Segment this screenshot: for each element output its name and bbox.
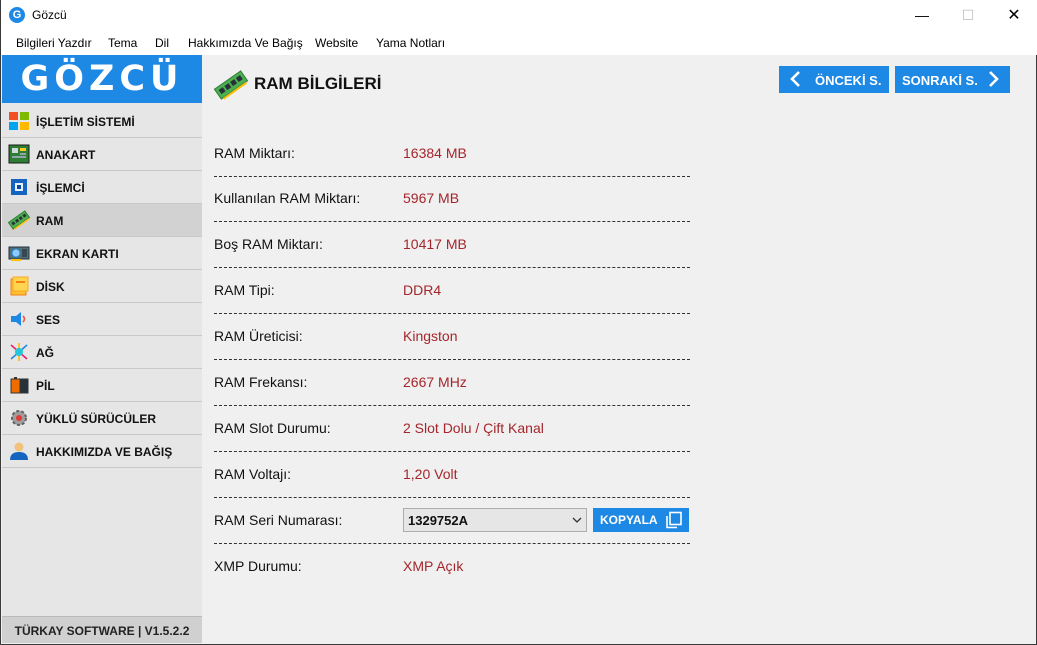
sidebar-item-about[interactable]: HAKKIMIZDA VE BAĞIŞ — [2, 435, 202, 468]
sidebar-item-label: HAKKIMIZDA VE BAĞIŞ — [36, 445, 173, 459]
sidebar-item-ram[interactable]: RAM — [2, 204, 202, 237]
ram-icon — [213, 70, 249, 100]
window-title: Gözcü — [32, 8, 67, 22]
sidebar-item-os[interactable]: İŞLETİM SİSTEMİ — [2, 105, 202, 138]
sidebar-item-label: YÜKLÜ SÜRÜCÜLER — [36, 412, 156, 426]
network-icon — [10, 343, 28, 361]
sidebar-item-battery[interactable]: PİL — [2, 369, 202, 402]
serial-number-dropdown[interactable]: 1329752A — [403, 508, 587, 532]
row-separator — [214, 176, 690, 177]
row-separator — [214, 451, 690, 452]
version-text: TÜRKAY SOFTWARE | V1.5.2.2 — [14, 624, 190, 638]
menu-patch-notes[interactable]: Yama Notları — [376, 36, 445, 50]
info-key: Boş RAM Miktarı: — [214, 236, 323, 252]
menu-language[interactable]: Dil — [155, 36, 169, 50]
row-separator — [214, 543, 690, 544]
serial-number-value: 1329752A — [408, 513, 468, 528]
sidebar-item-disk[interactable]: DİSK — [2, 270, 202, 303]
brand-logo-text: GÖZCÜ — [20, 59, 184, 99]
app-window: G Gözcü — ☐ ✕ Bilgileri Yazdır Tema Dil … — [0, 0, 1037, 645]
chevron-right-icon — [989, 71, 999, 87]
sidebar-item-label: PİL — [36, 379, 55, 393]
row-separator — [214, 497, 690, 498]
row-separator — [214, 313, 690, 314]
user-icon — [10, 442, 28, 460]
row-separator — [214, 221, 690, 222]
info-key: RAM Tipi: — [214, 282, 275, 298]
title-bar[interactable]: G Gözcü — ☐ ✕ — [1, 0, 1037, 31]
ram-icon — [8, 210, 30, 230]
info-key: RAM Seri Numarası: — [214, 512, 343, 528]
info-key: XMP Durumu: — [214, 558, 302, 574]
menu-website[interactable]: Website — [315, 36, 358, 50]
app-logo-icon: G — [9, 7, 25, 23]
menu-print-info[interactable]: Bilgileri Yazdır — [16, 36, 92, 50]
gpu-icon — [8, 246, 30, 261]
sidebar-item-gpu[interactable]: EKRAN KARTI — [2, 237, 202, 270]
motherboard-icon — [8, 144, 30, 164]
cpu-icon — [11, 179, 27, 195]
sidebar-item-drivers[interactable]: YÜKLÜ SÜRÜCÜLER — [2, 402, 202, 435]
copy-icon — [666, 511, 682, 529]
info-value: XMP Açık — [403, 558, 464, 574]
sidebar-item-label: DİSK — [36, 280, 65, 294]
previous-page-button[interactable]: ÖNCEKİ S. — [779, 66, 889, 93]
battery-icon — [10, 377, 29, 394]
maximize-button[interactable]: ☐ — [945, 0, 991, 31]
row-separator — [214, 267, 690, 268]
sidebar-item-label: ANAKART — [36, 148, 96, 162]
sidebar-item-label: SES — [36, 313, 61, 327]
info-key: Kullanılan RAM Miktarı: — [214, 190, 361, 206]
disk-icon — [10, 276, 29, 296]
windows-icon — [9, 112, 29, 130]
brand-logo: GÖZCÜ — [2, 55, 202, 103]
sidebar-item-motherboard[interactable]: ANAKART — [2, 138, 202, 171]
main-panel: RAM BİLGİLERİ ÖNCEKİ S. SONRAKİ S. RAM M… — [202, 55, 1036, 643]
sidebar-item-cpu[interactable]: İŞLEMCİ — [2, 171, 202, 204]
drivers-icon — [11, 410, 27, 426]
sidebar-item-label: İŞLEMCİ — [36, 181, 85, 195]
info-key: RAM Frekansı: — [214, 374, 308, 390]
info-value: 5967 MB — [403, 190, 460, 206]
sidebar-item-network[interactable]: AĞ — [2, 336, 202, 369]
next-page-button[interactable]: SONRAKİ S. — [895, 66, 1010, 93]
chevron-down-icon — [572, 517, 582, 523]
close-button[interactable]: ✕ — [991, 0, 1037, 31]
row-separator — [214, 359, 690, 360]
info-value: 2667 MHz — [403, 374, 467, 390]
page-title: RAM BİLGİLERİ — [254, 74, 382, 93]
sidebar-nav: İŞLETİM SİSTEMİ ANAKART İŞLEMCİ RAM EKRA… — [2, 105, 202, 468]
copy-serial-button[interactable]: KOPYALA — [593, 508, 689, 532]
info-key: RAM Üreticisi: — [214, 328, 303, 344]
info-value: DDR4 — [403, 282, 442, 298]
row-separator — [214, 405, 690, 406]
info-key: RAM Voltajı: — [214, 466, 292, 482]
previous-page-label: ÖNCEKİ S. — [815, 73, 882, 88]
info-value: 1,20 Volt — [403, 466, 458, 482]
info-key: RAM Slot Durumu: — [214, 420, 331, 436]
copy-button-label: KOPYALA — [600, 513, 658, 527]
minimize-button[interactable]: — — [899, 0, 945, 31]
chevron-left-icon — [790, 71, 800, 87]
version-footer: TÜRKAY SOFTWARE | V1.5.2.2 — [2, 616, 202, 643]
sidebar-item-label: RAM — [36, 214, 64, 228]
sidebar-item-label: EKRAN KARTI — [36, 247, 119, 261]
menu-bar: Bilgileri Yazdır Tema Dil Hakkımızda Ve … — [1, 31, 1037, 55]
info-key: RAM Miktarı: — [214, 145, 295, 161]
sidebar-item-label: AĞ — [36, 346, 54, 360]
sidebar-item-sound[interactable]: SES — [2, 303, 202, 336]
menu-theme[interactable]: Tema — [108, 36, 137, 50]
menu-about-donate[interactable]: Hakkımızda Ve Bağış — [188, 36, 303, 50]
info-value: 16384 MB — [403, 145, 467, 161]
next-page-label: SONRAKİ S. — [902, 73, 978, 88]
info-value: 2 Slot Dolu / Çift Kanal — [403, 420, 544, 436]
info-value: Kingston — [403, 328, 458, 344]
sidebar-item-label: İŞLETİM SİSTEMİ — [36, 115, 135, 129]
sidebar: GÖZCÜ İŞLETİM SİSTEMİ ANAKART İŞLEMCİ RA… — [2, 55, 202, 643]
speaker-icon — [11, 312, 26, 326]
info-value: 10417 MB — [403, 236, 467, 252]
